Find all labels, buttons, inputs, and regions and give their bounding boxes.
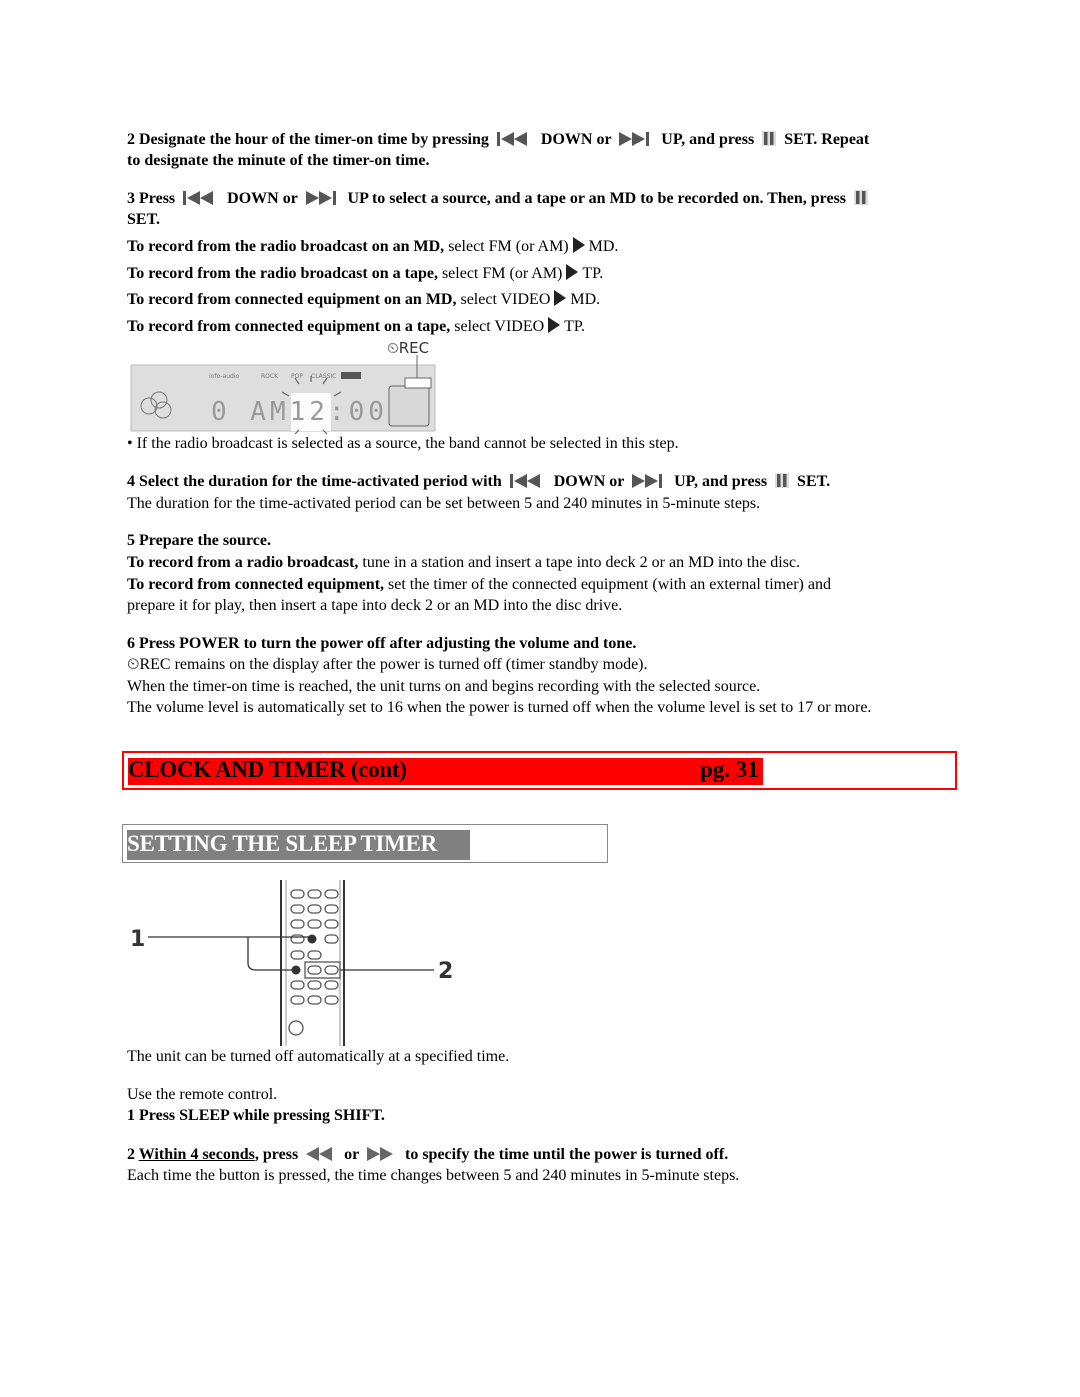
skip-forward-icon bbox=[619, 132, 653, 146]
record-option-target: MD. bbox=[570, 291, 601, 308]
arrow-right-icon bbox=[554, 290, 567, 306]
step5-title: 5 Prepare the source. bbox=[127, 532, 271, 549]
section-title: CLOCK AND TIMER (cont) bbox=[128, 757, 407, 782]
mode-label: ROCK bbox=[261, 373, 279, 380]
step2-line1: 2 Designate the hour of the timer-on tim… bbox=[127, 129, 869, 150]
down-label: DOWN or bbox=[540, 131, 612, 148]
record-option: To record from connected equipment on an… bbox=[127, 289, 600, 310]
record-option-bold: To record from the radio broadcast on an… bbox=[127, 238, 445, 255]
fast-forward-icon bbox=[366, 1147, 397, 1161]
skip-forward-icon bbox=[305, 191, 340, 205]
skip-back-icon bbox=[496, 132, 533, 146]
step6-line3: The volume level is automatically set to… bbox=[127, 699, 872, 716]
set-label: SET. Repeat bbox=[784, 131, 870, 148]
step6-line2: When the timer-on time is reached, the u… bbox=[127, 678, 761, 695]
sleep-step1: 1 Press SLEEP while pressing SHIFT. bbox=[127, 1107, 385, 1124]
step5-radio: To record from a radio broadcast, tune i… bbox=[127, 552, 800, 573]
record-option: To record from connected equipment on a … bbox=[127, 316, 585, 337]
mode-label: CLASSIC bbox=[311, 373, 336, 380]
record-option: To record from the radio broadcast on an… bbox=[127, 236, 618, 257]
set-label: SET. bbox=[797, 473, 831, 490]
skip-back-icon bbox=[183, 191, 219, 205]
sleep-step2-body: Each time the button is pressed, the tim… bbox=[127, 1167, 740, 1184]
step2-text: 2 Designate the hour of the timer-on tim… bbox=[127, 131, 489, 148]
record-option-bold: To record from connected equipment on a … bbox=[127, 318, 451, 335]
section-header: CLOCK AND TIMER (cont) pg. 31 bbox=[122, 751, 957, 790]
down-label: DOWN or bbox=[227, 190, 298, 207]
skip-forward-icon bbox=[632, 474, 666, 488]
record-option-target: TP. bbox=[582, 265, 604, 282]
record-option-text: select FM (or AM) bbox=[441, 265, 563, 282]
page-number: pg. 31 bbox=[700, 757, 759, 782]
sleep-step2-or: or bbox=[344, 1146, 359, 1163]
step3-middle: UP to select a source, and a tape or an … bbox=[347, 190, 847, 207]
step2-line2: to designate the minute of the timer-on … bbox=[127, 152, 430, 169]
step5-equip-bold: To record from connected equipment, bbox=[127, 576, 385, 593]
record-option-text: select FM (or AM) bbox=[448, 238, 569, 255]
mode-label: POP bbox=[291, 373, 303, 380]
sleep-step2-rest: to specify the time until the power is t… bbox=[404, 1146, 729, 1163]
pause-set-icon bbox=[775, 473, 790, 488]
up-label: UP, and press bbox=[674, 473, 768, 490]
step3-text: 3 Press bbox=[127, 190, 176, 207]
step6-line1: ⏲REC remains on the display after the po… bbox=[127, 656, 648, 673]
rewind-icon bbox=[306, 1147, 336, 1161]
record-option-bold: To record from the radio broadcast on a … bbox=[127, 265, 438, 282]
display-illustration: ⏲REC info-audio ROCK POP CLASSIC 0 AM12:… bbox=[129, 338, 439, 435]
sleep-step2: 2 Within 4 seconds, press or to specify … bbox=[127, 1144, 728, 1165]
step5-equip-text: set the timer of the connected equipment… bbox=[388, 576, 831, 593]
step3-line1: 3 Press DOWN or UP to select a source, a… bbox=[127, 188, 872, 209]
step5-radio-text: tune in a station and insert a tape into… bbox=[362, 554, 801, 571]
sleep-step2-underlined: Within 4 seconds bbox=[138, 1146, 255, 1163]
svg-text:info-audio: info-audio bbox=[209, 373, 239, 380]
sleep-button-marker bbox=[307, 934, 317, 944]
remote-control-figure: 1 2 bbox=[126, 878, 466, 1048]
pause-set-icon bbox=[762, 131, 777, 146]
display-readout: 0 AM12:00 bbox=[211, 397, 388, 427]
subsection-header: SETTING THE SLEEP TIMER bbox=[122, 824, 608, 863]
step3-line2: SET. bbox=[127, 211, 161, 228]
step5-radio-bold: To record from a radio broadcast, bbox=[127, 554, 359, 571]
callout-2: 2 bbox=[438, 959, 453, 984]
subsection-title: SETTING THE SLEEP TIMER bbox=[127, 831, 437, 856]
pause-set-icon bbox=[854, 190, 869, 205]
step6-title: 6 Press POWER to turn the power off afte… bbox=[127, 635, 637, 652]
record-option: To record from the radio broadcast on a … bbox=[127, 263, 603, 284]
step5-equip-line2: prepare it for play, then insert a tape … bbox=[127, 597, 623, 614]
record-option-target: MD. bbox=[588, 238, 619, 255]
sleep-step2-num: 2 bbox=[127, 1146, 139, 1163]
sleep-intro: The unit can be turned off automatically… bbox=[127, 1048, 510, 1065]
step4-body: The duration for the time-activated peri… bbox=[127, 495, 761, 512]
record-option-bold: To record from connected equipment on an… bbox=[127, 291, 457, 308]
sleep-use: Use the remote control. bbox=[127, 1086, 278, 1103]
up-label: UP, and press bbox=[661, 131, 755, 148]
callout-1: 1 bbox=[130, 927, 145, 952]
step5-equip: To record from connected equipment, set … bbox=[127, 574, 831, 595]
record-option-text: select VIDEO bbox=[460, 291, 551, 308]
rec-label: ⏲REC bbox=[387, 339, 429, 357]
sleep-step2-press: , press bbox=[254, 1146, 299, 1163]
arrow-right-icon bbox=[566, 264, 579, 280]
arrow-right-icon bbox=[548, 317, 561, 333]
step4-line1: 4 Select the duration for the time-activ… bbox=[127, 471, 830, 492]
skip-back-icon bbox=[509, 474, 546, 488]
record-option-text: select VIDEO bbox=[454, 318, 545, 335]
step4-text: 4 Select the duration for the time-activ… bbox=[127, 473, 502, 490]
down-label: DOWN or bbox=[553, 473, 625, 490]
arrow-right-icon bbox=[572, 237, 585, 253]
radio-note: • If the radio broadcast is selected as … bbox=[127, 435, 679, 452]
record-option-target: TP. bbox=[564, 318, 586, 335]
